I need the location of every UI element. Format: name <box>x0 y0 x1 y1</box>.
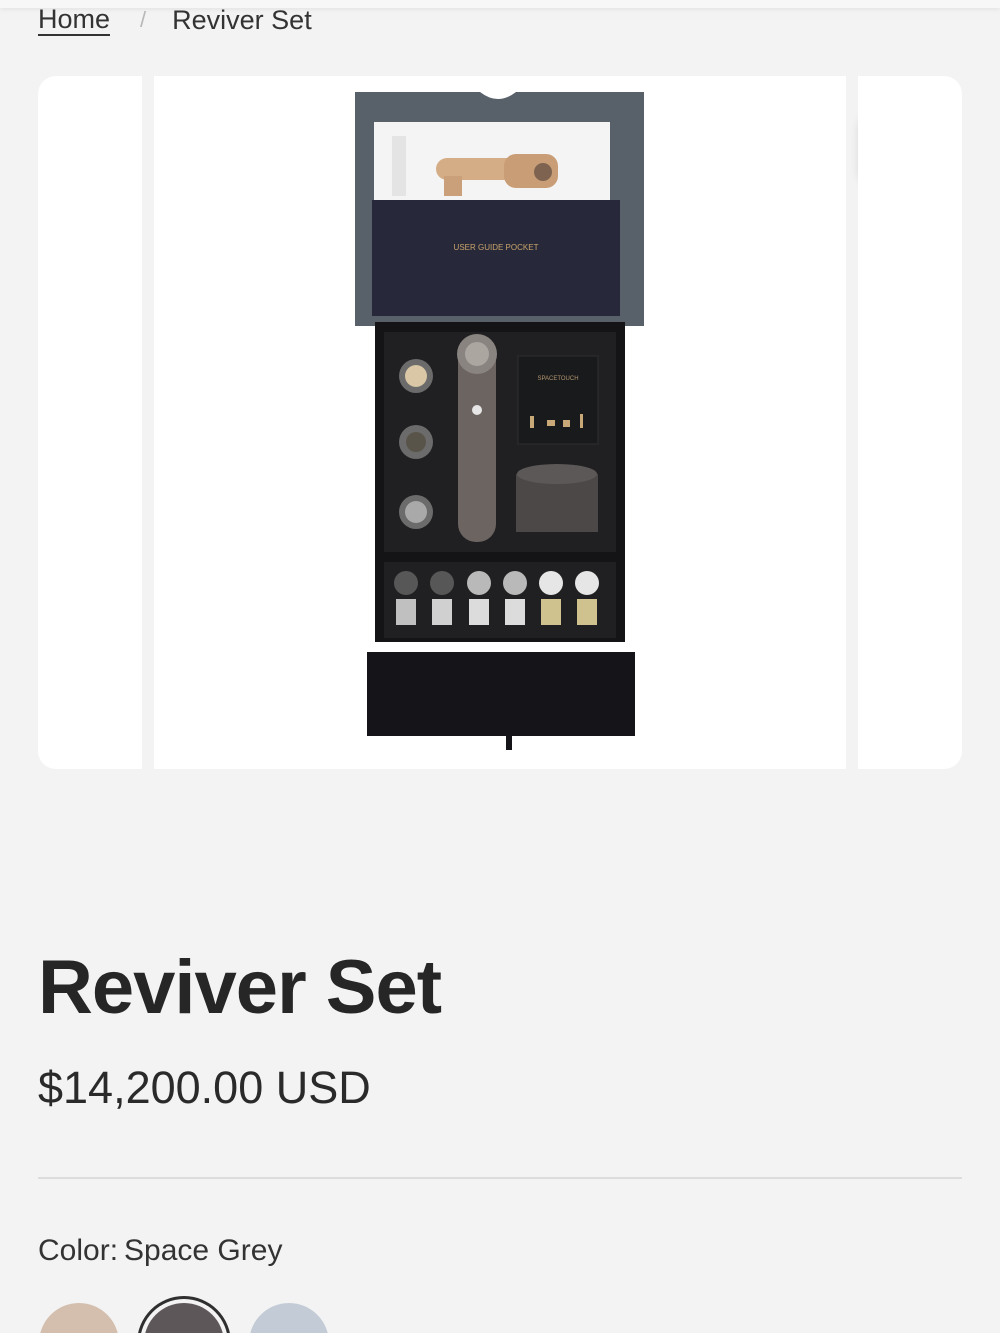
product-image: USER GUIDE POCKET SPACETOUCH <box>355 92 644 750</box>
pocket-label: USER GUIDE POCKET <box>454 243 539 252</box>
product-gallery: USER GUIDE POCKET SPACETOUCH <box>38 76 962 769</box>
gallery-prev-slide[interactable] <box>38 76 142 769</box>
gallery-next-slide[interactable] <box>858 76 962 769</box>
breadcrumb: Home / Reviver Set <box>38 0 312 40</box>
brand-card-label: SPACETOUCH <box>537 376 578 382</box>
gallery-main-slide[interactable]: USER GUIDE POCKET SPACETOUCH <box>154 76 933 769</box>
breadcrumb-separator: / <box>140 7 147 32</box>
selected-color-value: Space Grey <box>124 1234 283 1267</box>
color-label: Color: <box>38 1234 119 1267</box>
color-option-label: Color: Space Grey <box>38 1234 282 1268</box>
product-title: Reviver Set <box>38 945 442 1030</box>
treatment-heads <box>399 359 433 529</box>
breadcrumb-current: Reviver Set <box>172 4 312 35</box>
color-swatch-space-grey[interactable] <box>144 1303 224 1333</box>
color-swatch-blue[interactable] <box>249 1303 329 1333</box>
divider <box>38 1177 962 1179</box>
breadcrumb-home-link[interactable]: Home <box>38 4 111 36</box>
product-price: $14,200.00 USD <box>38 1062 371 1113</box>
color-swatch-gold[interactable] <box>39 1303 119 1333</box>
